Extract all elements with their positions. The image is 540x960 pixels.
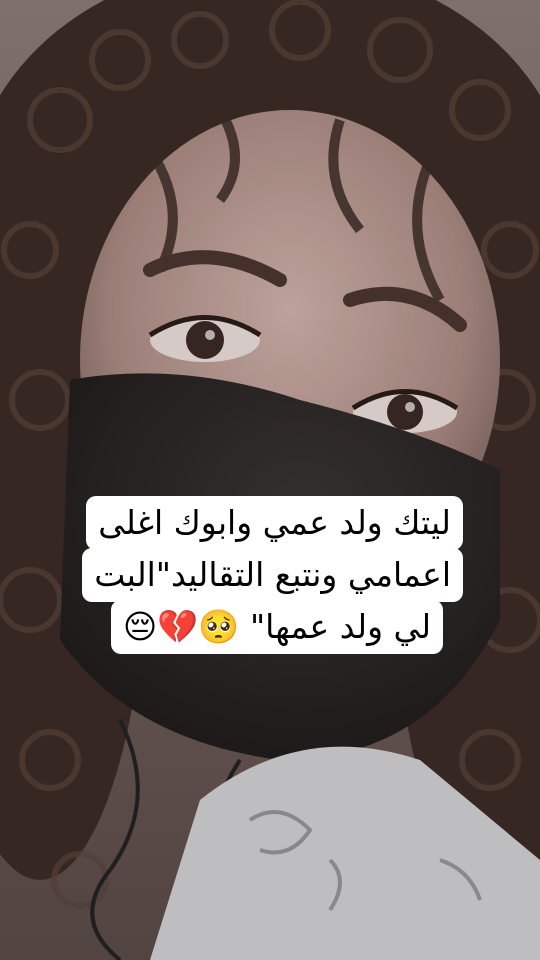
- selfie-photo: [0, 0, 540, 960]
- caption-line-1: ليتك ولد عمي وابوك اغلى: [86, 496, 463, 550]
- caption-line-2: اعمامي ونتبع التقاليد"البت: [82, 548, 463, 602]
- caption-box: ليتك ولد عمي وابوك اغلى اعمامي ونتبع الت…: [82, 496, 463, 654]
- caption-line-3: لي ولد عمها" 🥺💔😔: [110, 600, 444, 654]
